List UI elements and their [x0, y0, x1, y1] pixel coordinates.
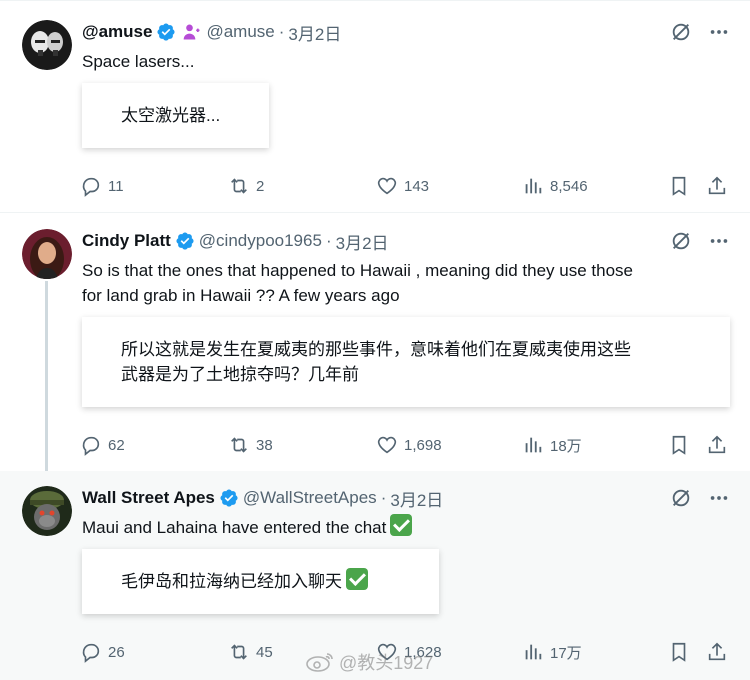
- timestamp[interactable]: 3月2日: [288, 20, 341, 45]
- timestamp[interactable]: 3月2日: [336, 229, 389, 254]
- verified-badge-icon: [176, 232, 194, 250]
- more-icon[interactable]: [708, 487, 730, 509]
- heart-icon: [377, 177, 397, 195]
- thread-line: [45, 281, 48, 481]
- watermark: @教头1927: [305, 648, 433, 676]
- like-count: 143: [404, 177, 430, 195]
- tweet-top-icons: [670, 230, 730, 252]
- translation-text: 太空激光器...: [121, 106, 221, 125]
- views-icon: [525, 437, 542, 453]
- display-name[interactable]: Wall Street Apes: [82, 488, 215, 508]
- verified-badge-icon: [157, 23, 175, 41]
- repost-button[interactable]: 38: [228, 432, 273, 458]
- repost-count: 45: [256, 643, 273, 661]
- views-icon: [525, 644, 542, 660]
- reply-count: 62: [108, 436, 125, 454]
- tweet-text-line: So is that the ones that happened to Haw…: [82, 261, 633, 280]
- avatar-amuse[interactable]: [22, 20, 72, 70]
- action-bar: 11 2 143 8,546: [80, 173, 730, 199]
- handle[interactable]: @amuse: [206, 22, 274, 42]
- timestamp[interactable]: 3月2日: [390, 486, 443, 511]
- check-mark-icon: [346, 568, 368, 590]
- avatar-wall-street-apes[interactable]: [22, 486, 72, 536]
- share-button[interactable]: [706, 639, 728, 665]
- tweet-text: So is that the ones that happened to Haw…: [82, 258, 722, 308]
- tweet-text-content: Maui and Lahaina have entered the chat: [82, 518, 387, 537]
- tweet-text: Maui and Lahaina have entered the chat: [82, 514, 722, 540]
- reply-icon: [82, 643, 100, 663]
- reply-icon: [82, 436, 100, 456]
- weibo-logo-icon: [306, 653, 333, 672]
- handle[interactable]: @cindypoo1965: [199, 231, 322, 251]
- share-icon: [708, 642, 726, 661]
- grok-icon[interactable]: [670, 487, 692, 509]
- more-icon[interactable]: [708, 21, 730, 43]
- repost-icon: [231, 644, 247, 660]
- translation-line: 武器是为了土地掠夺吗？几年前: [121, 365, 359, 384]
- views-button[interactable]: 8,546: [522, 173, 588, 199]
- repost-icon: [231, 437, 247, 453]
- like-button[interactable]: 1,698: [376, 432, 442, 458]
- repost-count: 38: [256, 436, 273, 454]
- handle[interactable]: @WallStreetApes: [243, 488, 377, 508]
- separator-dot: ·: [278, 22, 285, 41]
- reply-button[interactable]: 11: [80, 173, 124, 199]
- display-name[interactable]: @amuse: [82, 22, 152, 42]
- views-button[interactable]: 17万: [522, 639, 582, 665]
- reply-count: 26: [108, 643, 125, 661]
- bookmark-icon: [672, 435, 686, 455]
- repost-button[interactable]: 45: [228, 639, 273, 665]
- repost-button[interactable]: 2: [228, 173, 264, 199]
- views-count: 17万: [550, 644, 582, 662]
- tweet-top-icons: [670, 487, 730, 509]
- watermark-text: @教头1927: [339, 653, 434, 673]
- grok-icon[interactable]: [670, 21, 692, 43]
- heart-icon: [377, 436, 397, 454]
- separator-dot: ·: [380, 488, 387, 507]
- views-icon: [525, 178, 542, 194]
- tweet-header: @amuse @amuse · 3月2日: [82, 20, 341, 44]
- reply-icon: [82, 177, 100, 197]
- tweet-header: Cindy Platt @cindypoo1965 · 3月2日: [82, 229, 389, 253]
- translation-box: 毛伊岛和拉海纳已经加入聊天: [82, 549, 439, 614]
- translation-box: 太空激光器...: [82, 83, 269, 148]
- translation-line: 所以这就是发生在夏威夷的那些事件，意味着他们在夏威夷使用这些: [121, 340, 631, 359]
- action-bar: 62 38 1,698 18万: [80, 432, 730, 458]
- bookmark-button[interactable]: [668, 432, 690, 458]
- tweet-text: Space lasers...: [82, 52, 195, 71]
- bookmark-icon: [672, 176, 686, 196]
- tweet-text-line: for land grab in Hawaii ?? A few years a…: [82, 286, 400, 305]
- share-button[interactable]: [706, 173, 728, 199]
- display-name[interactable]: Cindy Platt: [82, 231, 171, 251]
- affiliate-badge-icon: [184, 24, 200, 40]
- bookmark-button[interactable]: [668, 173, 690, 199]
- reply-button[interactable]: 62: [80, 432, 125, 458]
- translation-text: 毛伊岛和拉海纳已经加入聊天: [121, 572, 342, 591]
- translation-box: 所以这就是发生在夏威夷的那些事件，意味着他们在夏威夷使用这些 武器是为了土地掠夺…: [82, 317, 730, 407]
- views-count: 18万: [550, 437, 582, 455]
- repost-icon: [231, 178, 247, 194]
- check-mark-icon: [390, 514, 413, 536]
- more-icon[interactable]: [708, 230, 730, 252]
- separator-dot: ·: [325, 231, 332, 250]
- avatar-cindy-platt[interactable]: [22, 229, 72, 279]
- repost-count: 2: [256, 177, 265, 195]
- verified-badge-icon: [220, 489, 238, 507]
- tweet-header: Wall Street Apes @WallStreetApes · 3月2日: [82, 486, 443, 510]
- reply-count: 11: [108, 177, 124, 195]
- share-button[interactable]: [706, 432, 728, 458]
- grok-icon[interactable]: [670, 230, 692, 252]
- like-count: 1,698: [404, 436, 442, 454]
- bookmark-icon: [672, 642, 686, 662]
- like-button[interactable]: 143: [376, 173, 429, 199]
- share-icon: [708, 176, 726, 195]
- share-icon: [708, 435, 726, 454]
- tweet-top-icons: [670, 21, 730, 43]
- reply-button[interactable]: 26: [80, 639, 125, 665]
- bookmark-button[interactable]: [668, 639, 690, 665]
- views-button[interactable]: 18万: [522, 432, 582, 458]
- views-count: 8,546: [550, 177, 588, 195]
